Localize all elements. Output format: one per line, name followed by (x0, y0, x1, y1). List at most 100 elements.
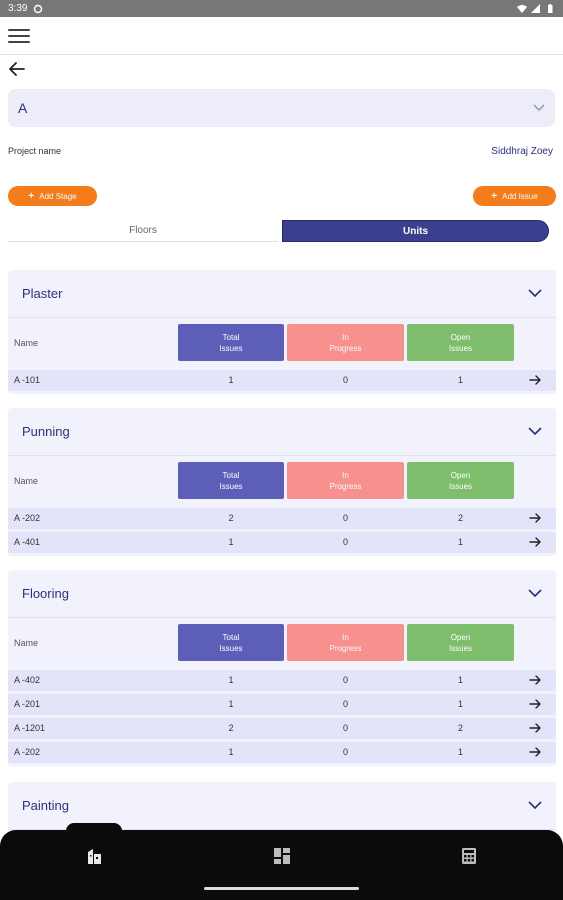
unit-name: A -202 (14, 747, 41, 757)
total-issues-header: Total Issues (178, 324, 284, 361)
stage-header[interactable]: Plaster (8, 270, 556, 318)
add-stage-label: Add Stage (39, 191, 77, 201)
unit-name: A -201 (14, 699, 41, 709)
plus-icon: + (28, 190, 35, 202)
unit-in-progress: 0 (342, 375, 348, 385)
bottom-navigation (0, 823, 563, 900)
status-bar: 3:39 (0, 0, 563, 17)
arrow-left-icon[interactable] (7, 60, 27, 78)
unit-open-issues: 1 (457, 699, 463, 709)
unit-in-progress: 0 (342, 675, 348, 685)
unit-total-issues: 1 (228, 747, 234, 757)
add-stage-button[interactable]: + Add Stage (8, 186, 97, 206)
column-name-header: Name (14, 338, 39, 348)
arrow-right-icon[interactable] (529, 674, 542, 686)
progress-header-line1: In (342, 470, 349, 480)
data-saver-icon (34, 4, 43, 13)
signal-icon (531, 3, 540, 13)
stage-title: Flooring (22, 586, 69, 601)
dashboard-grid-icon[interactable] (272, 846, 292, 866)
unit-total-issues: 2 (228, 723, 234, 733)
unit-total-issues: 1 (228, 675, 234, 685)
unit-in-progress: 0 (342, 723, 348, 733)
unit-open-issues: 2 (457, 513, 463, 523)
in-progress-header: In Progress (287, 624, 404, 661)
open-header-line2: Issues (448, 481, 473, 491)
arrow-right-icon[interactable] (529, 512, 542, 524)
calculator-icon[interactable] (459, 846, 479, 866)
open-issues-header: Open Issues (407, 624, 514, 661)
unit-open-issues: 1 (457, 675, 463, 685)
open-issues-header: Open Issues (407, 462, 514, 499)
chevron-down-icon[interactable] (528, 589, 542, 598)
total-header-line1: Total (222, 332, 240, 342)
unit-in-progress: 0 (342, 747, 348, 757)
arrow-right-icon[interactable] (529, 722, 542, 734)
chevron-down-icon[interactable] (528, 801, 542, 810)
unit-open-issues: 1 (457, 375, 463, 385)
unit-open-issues: 2 (457, 723, 463, 733)
stage-card: Flooring Name Total Issues In Progress Open Iss… (8, 570, 556, 766)
chevron-down-icon[interactable] (528, 289, 542, 298)
unit-in-progress: 0 (342, 699, 348, 709)
open-header-line2: Issues (448, 343, 473, 353)
column-name-header: Name (14, 638, 39, 648)
in-progress-header: In Progress (287, 324, 404, 361)
unit-row[interactable]: A -202 2 0 2 (8, 508, 556, 529)
project-owner: Siddhraj Zoey (491, 146, 553, 157)
stage-header[interactable]: Flooring (8, 570, 556, 618)
table-header: Name Total Issues In Progress Open Issues (8, 318, 556, 370)
hamburger-menu-icon[interactable] (8, 29, 30, 45)
project-name-label: Project name (8, 146, 62, 156)
stage-title: Plaster (22, 286, 63, 301)
progress-header-line1: In (342, 332, 349, 342)
status-time: 3:39 (8, 3, 28, 14)
total-header-line2: Issues (219, 481, 243, 491)
unit-name: A -401 (14, 537, 41, 547)
progress-header-line2: Progress (329, 343, 362, 353)
project-dropdown[interactable]: A (8, 89, 555, 127)
active-tab-indicator (66, 823, 122, 837)
chevron-down-icon[interactable] (528, 427, 542, 436)
unit-name: A -402 (14, 675, 41, 685)
stage-header[interactable]: Punning (8, 408, 556, 456)
total-header-line2: Issues (219, 643, 243, 653)
total-header-line2: Issues (219, 343, 243, 353)
progress-header-line2: Progress (329, 481, 362, 491)
total-issues-header: Total Issues (178, 624, 284, 661)
unit-name: A -1201 (14, 723, 46, 733)
arrow-right-icon[interactable] (529, 698, 542, 710)
arrow-right-icon[interactable] (529, 746, 542, 758)
stage-card: Plaster Name Total Issues In Progress Open Issu… (8, 270, 556, 394)
unit-row[interactable]: A -402 1 0 1 (8, 670, 556, 691)
unit-name: A -101 (14, 375, 41, 385)
unit-row[interactable]: A -401 1 0 1 (8, 532, 556, 553)
unit-total-issues: 1 (228, 375, 234, 385)
progress-header-line2: Progress (329, 643, 362, 653)
arrow-right-icon[interactable] (529, 536, 542, 548)
progress-header-line1: In (342, 632, 349, 642)
unit-total-issues: 1 (228, 699, 234, 709)
stage-card: Punning Name Total Issues In Progress Open Issu… (8, 408, 556, 556)
arrow-right-icon[interactable] (529, 374, 542, 386)
gesture-bar (204, 887, 359, 890)
tab-floors[interactable]: Floors (8, 220, 278, 242)
unit-row[interactable]: A -201 1 0 1 (8, 694, 556, 715)
unit-row[interactable]: A -202 1 0 1 (8, 742, 556, 763)
in-progress-header: In Progress (287, 462, 404, 499)
chevron-down-icon (533, 104, 545, 111)
unit-row[interactable]: A -1201 2 0 2 (8, 718, 556, 739)
column-name-header: Name (14, 476, 39, 486)
add-issue-button[interactable]: + Add Issue (473, 186, 556, 206)
unit-row[interactable]: A -101 1 0 1 (8, 370, 556, 391)
unit-open-issues: 1 (457, 537, 463, 547)
open-issues-header: Open Issues (407, 324, 514, 361)
total-header-line1: Total (222, 470, 240, 480)
total-issues-header: Total Issues (178, 462, 284, 499)
unit-total-issues: 1 (228, 537, 234, 547)
tab-units[interactable]: Units (282, 220, 549, 242)
building-icon[interactable] (85, 846, 105, 866)
unit-name: A -202 (14, 513, 41, 523)
battery-icon (548, 3, 553, 13)
unit-total-issues: 2 (228, 513, 234, 523)
